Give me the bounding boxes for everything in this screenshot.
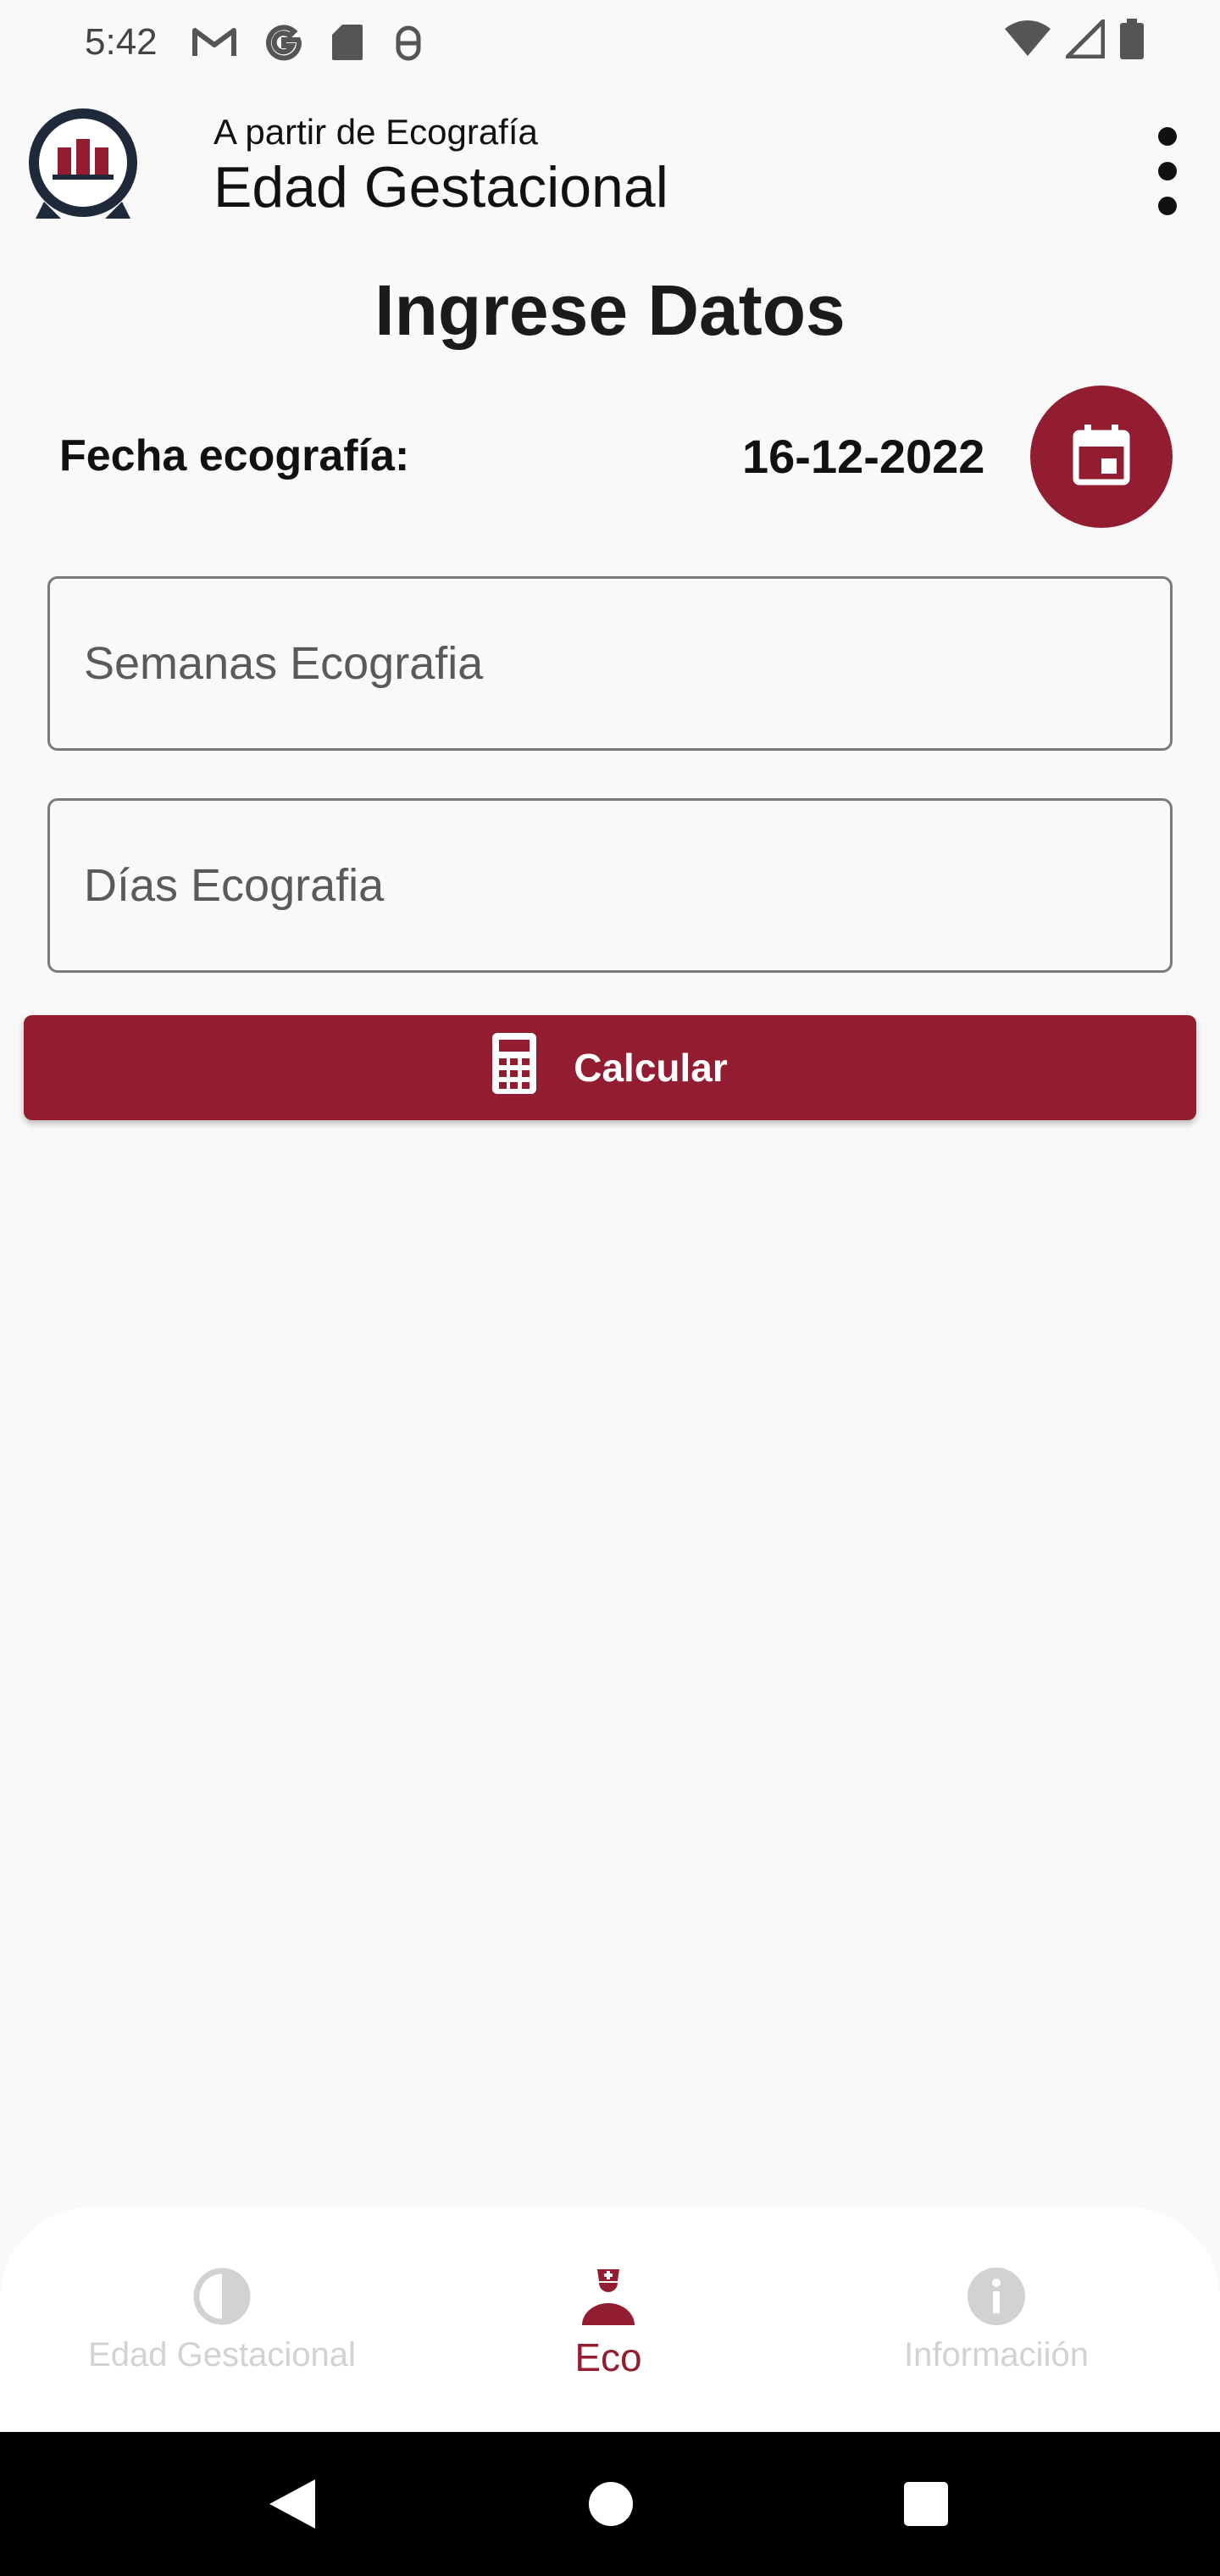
date-value: 16-12-2022 <box>742 430 985 483</box>
calculate-label: Calcular <box>574 1046 728 1090</box>
app-subtitle: A partir de Ecografía <box>214 112 538 152</box>
contrast-icon <box>191 2266 252 2331</box>
date-label: Fecha ecografía: <box>59 431 410 480</box>
status-time: 5:42 <box>85 21 158 63</box>
signal-icon <box>1062 15 1106 63</box>
calculator-icon <box>492 1032 537 1103</box>
status-bar: 5:42 <box>0 0 1220 85</box>
home-icon[interactable] <box>583 2476 639 2532</box>
gmail-icon <box>191 25 237 59</box>
page-heading: Ingrese Datos <box>374 270 846 350</box>
nav-label-informacion: Informaciión <box>904 2336 1089 2373</box>
weeks-input[interactable] <box>84 637 1170 690</box>
back-icon[interactable] <box>264 2476 320 2532</box>
days-input[interactable] <box>84 859 1170 912</box>
nav-item-informacion[interactable]: Informaciión <box>818 2266 1174 2374</box>
nav-label-eco: Eco <box>574 2335 642 2379</box>
calculate-button[interactable]: Calcular <box>24 1015 1196 1120</box>
days-field[interactable] <box>47 798 1173 973</box>
nav-item-eco[interactable]: Eco <box>430 2266 786 2380</box>
more-vert-icon[interactable] <box>1149 127 1186 215</box>
android-debug-icon <box>391 23 425 62</box>
sd-card-icon <box>330 23 364 62</box>
nav-item-edad-gestacional[interactable]: Edad Gestacional <box>44 2266 400 2374</box>
bottom-navigation: Edad Gestacional Eco Informaciión <box>0 2207 1220 2432</box>
battery-icon <box>1120 19 1144 64</box>
app-bar: A partir de Ecografía Edad Gestacional <box>0 93 1220 263</box>
recent-apps-icon[interactable] <box>898 2476 954 2532</box>
wifi-icon <box>1005 20 1051 62</box>
app-title: Edad Gestacional <box>214 155 668 219</box>
app-logo <box>27 107 139 225</box>
nav-label-edad-gestacional: Edad Gestacional <box>88 2336 356 2373</box>
google-icon <box>264 23 303 62</box>
nurse-icon <box>580 2266 636 2329</box>
calendar-icon <box>1073 424 1130 490</box>
calendar-button[interactable] <box>1030 386 1173 528</box>
system-navigation-bar <box>0 2432 1220 2576</box>
weeks-field[interactable] <box>47 576 1173 751</box>
info-icon <box>966 2266 1027 2331</box>
